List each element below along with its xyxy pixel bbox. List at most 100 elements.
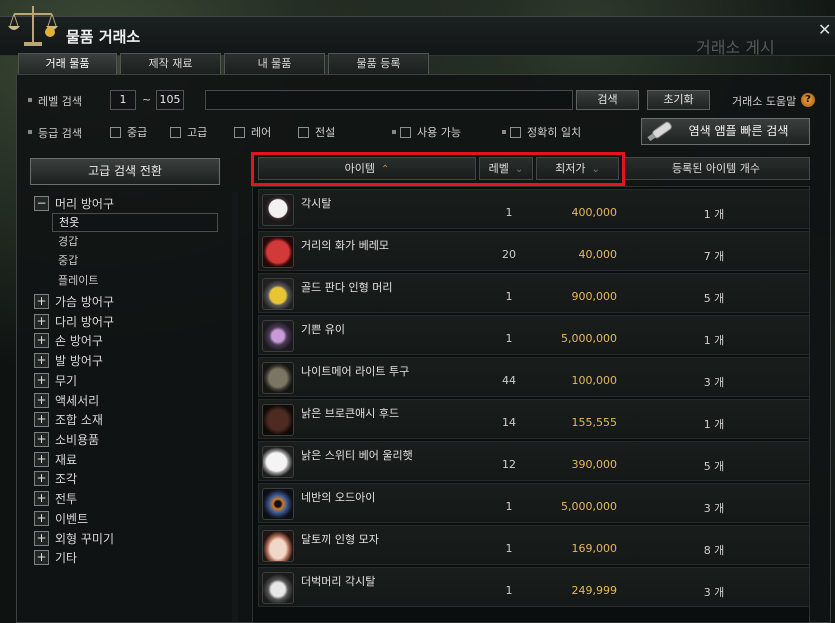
expand-icon[interactable]: + [34, 294, 49, 309]
category-combat[interactable]: + 전투 [34, 489, 77, 508]
category-chest-armor[interactable]: + 가슴 방어구 [34, 292, 114, 311]
category-fragment[interactable]: + 조각 [34, 469, 77, 488]
level-min-input[interactable]: 1 [110, 90, 136, 110]
item-name: 나이트메어 라이트 투구 [301, 365, 410, 378]
table-row[interactable]: 골드 판다 인형 머리 1 900,000 5 개 [258, 273, 810, 313]
collapse-icon[interactable]: − [34, 196, 49, 211]
column-header-registered-count[interactable]: 등록된 아이템 개수 [622, 157, 810, 180]
window-title: 물품 거래소 [66, 28, 141, 46]
search-button[interactable]: 검색 [576, 90, 639, 110]
table-row[interactable]: 낡은 브로큰애시 후드 14 155,555 1 개 [258, 399, 810, 439]
table-row[interactable]: 달토끼 인형 모자 1 169,000 8 개 [258, 525, 810, 565]
expand-icon[interactable]: + [34, 353, 49, 368]
expand-icon[interactable]: + [34, 432, 49, 447]
category-etc[interactable]: + 기타 [34, 548, 77, 567]
table-row[interactable]: 더벅머리 각시탈 1 249,999 3 개 [258, 567, 810, 607]
item-level: 20 [502, 248, 516, 261]
category-leg-armor[interactable]: + 다리 방어구 [34, 312, 114, 331]
grade-checkbox-advanced[interactable]: 고급 [170, 124, 207, 140]
tab-crafting-materials[interactable]: 제작 재료 [120, 53, 221, 74]
category-head-armor[interactable]: − 머리 방어구 [34, 194, 114, 213]
checkbox-box[interactable] [510, 126, 521, 138]
category-appearance[interactable]: + 외형 꾸미기 [34, 529, 114, 548]
expand-icon[interactable]: + [34, 393, 49, 408]
expand-icon[interactable]: + [34, 333, 49, 348]
category-accessory[interactable]: + 액세서리 [34, 391, 99, 410]
category-label: 이벤트 [55, 512, 89, 526]
expand-icon[interactable]: + [34, 511, 49, 526]
expand-icon[interactable]: + [34, 412, 49, 427]
tab-my-items[interactable]: 내 물품 [224, 53, 325, 74]
expand-icon[interactable]: + [34, 471, 49, 486]
help-label[interactable]: 거래소 도움말 [732, 93, 796, 109]
usable-checkbox[interactable]: 사용 가능 [400, 124, 461, 140]
category-label: 기타 [55, 551, 78, 565]
advanced-search-toggle-button[interactable]: 고급 검색 전환 [30, 158, 220, 185]
category-material[interactable]: + 재료 [34, 450, 77, 469]
table-row[interactable]: 나이트메어 라이트 투구 44 100,000 3 개 [258, 357, 810, 397]
table-row[interactable]: 각시탈 1 400,000 1 개 [258, 189, 810, 229]
category-consumable[interactable]: + 소비용품 [34, 430, 99, 449]
tab-register-item[interactable]: 물품 등록 [328, 53, 429, 74]
item-name: 기쁜 유이 [301, 323, 345, 336]
checkbox-box[interactable] [298, 126, 309, 138]
item-price: 40,000 [578, 248, 618, 261]
table-row[interactable]: 거리의 화가 베레모 20 40,000 7 개 [258, 231, 810, 271]
item-level: 1 [505, 500, 513, 513]
item-name: 거리의 화가 베레모 [301, 239, 389, 252]
grade-checkbox-legend[interactable]: 전설 [298, 124, 335, 140]
expand-icon[interactable]: + [34, 491, 49, 506]
column-header-level[interactable]: 레벨 ⌄ [479, 157, 533, 180]
exact-match-checkbox[interactable]: 정확히 일치 [510, 124, 581, 140]
grade-checkbox-rare[interactable]: 레어 [234, 124, 271, 140]
table-row[interactable]: 낡은 스위티 베어 울리햇 12 390,000 5 개 [258, 441, 810, 481]
bullet-icon [28, 130, 32, 134]
item-level: 1 [505, 332, 513, 345]
header-label: 최저가 [555, 162, 586, 175]
item-name: 네반의 오드아이 [301, 491, 376, 504]
subcategory-light[interactable]: 경갑 [52, 232, 218, 251]
bear-hat-icon [262, 446, 294, 478]
header-label: 아이템 [344, 162, 375, 175]
category-scrollbar[interactable] [232, 192, 238, 622]
category-hand-armor[interactable]: + 손 방어구 [34, 331, 103, 350]
table-row[interactable]: 기쁜 유이 1 5,000,000 1 개 [258, 315, 810, 355]
item-price: 169,000 [571, 542, 618, 555]
category-label: 발 방어구 [55, 354, 103, 368]
checkbox-box[interactable] [110, 126, 121, 138]
item-price: 100,000 [571, 374, 618, 387]
expand-icon[interactable]: + [34, 531, 49, 546]
table-row[interactable]: 네반의 오드아이 1 5,000,000 3 개 [258, 483, 810, 523]
column-header-lowest-price[interactable]: 최저가 ⌄ [536, 157, 619, 180]
sort-ascending-icon: ⌃ [380, 164, 390, 175]
close-button[interactable]: ✕ [818, 20, 831, 39]
item-name: 각시탈 [301, 197, 332, 210]
item-level: 14 [502, 416, 516, 429]
column-header-item[interactable]: 아이템 ⌃ [258, 157, 476, 180]
hood-icon [262, 404, 294, 436]
tab-trade-items[interactable]: 거래 물품 [18, 53, 117, 74]
subcategory-cloth[interactable]: 천옷 [52, 213, 218, 232]
expand-icon[interactable]: + [34, 452, 49, 467]
item-price: 400,000 [571, 206, 618, 219]
category-weapon[interactable]: + 무기 [34, 371, 77, 390]
category-crafting-material[interactable]: + 조합 소재 [34, 410, 103, 429]
checkbox-label: 레어 [251, 126, 272, 139]
category-label: 조합 소재 [55, 413, 103, 427]
expand-icon[interactable]: + [34, 550, 49, 565]
category-event[interactable]: + 이벤트 [34, 509, 88, 528]
help-icon[interactable]: ? [801, 93, 815, 107]
expand-icon[interactable]: + [34, 373, 49, 388]
grade-checkbox-intermediate[interactable]: 중급 [110, 124, 147, 140]
level-max-input[interactable]: 105 [156, 90, 184, 110]
expand-icon[interactable]: + [34, 314, 49, 329]
subcategory-plate[interactable]: 플레이트 [52, 271, 218, 290]
bullet-icon [28, 98, 32, 102]
subcategory-medium[interactable]: 중갑 [52, 251, 218, 270]
category-foot-armor[interactable]: + 발 방어구 [34, 351, 103, 370]
checkbox-box[interactable] [400, 126, 411, 138]
reset-button[interactable]: 초기화 [647, 90, 710, 110]
checkbox-box[interactable] [234, 126, 245, 138]
checkbox-box[interactable] [170, 126, 181, 138]
search-input[interactable] [205, 90, 573, 110]
